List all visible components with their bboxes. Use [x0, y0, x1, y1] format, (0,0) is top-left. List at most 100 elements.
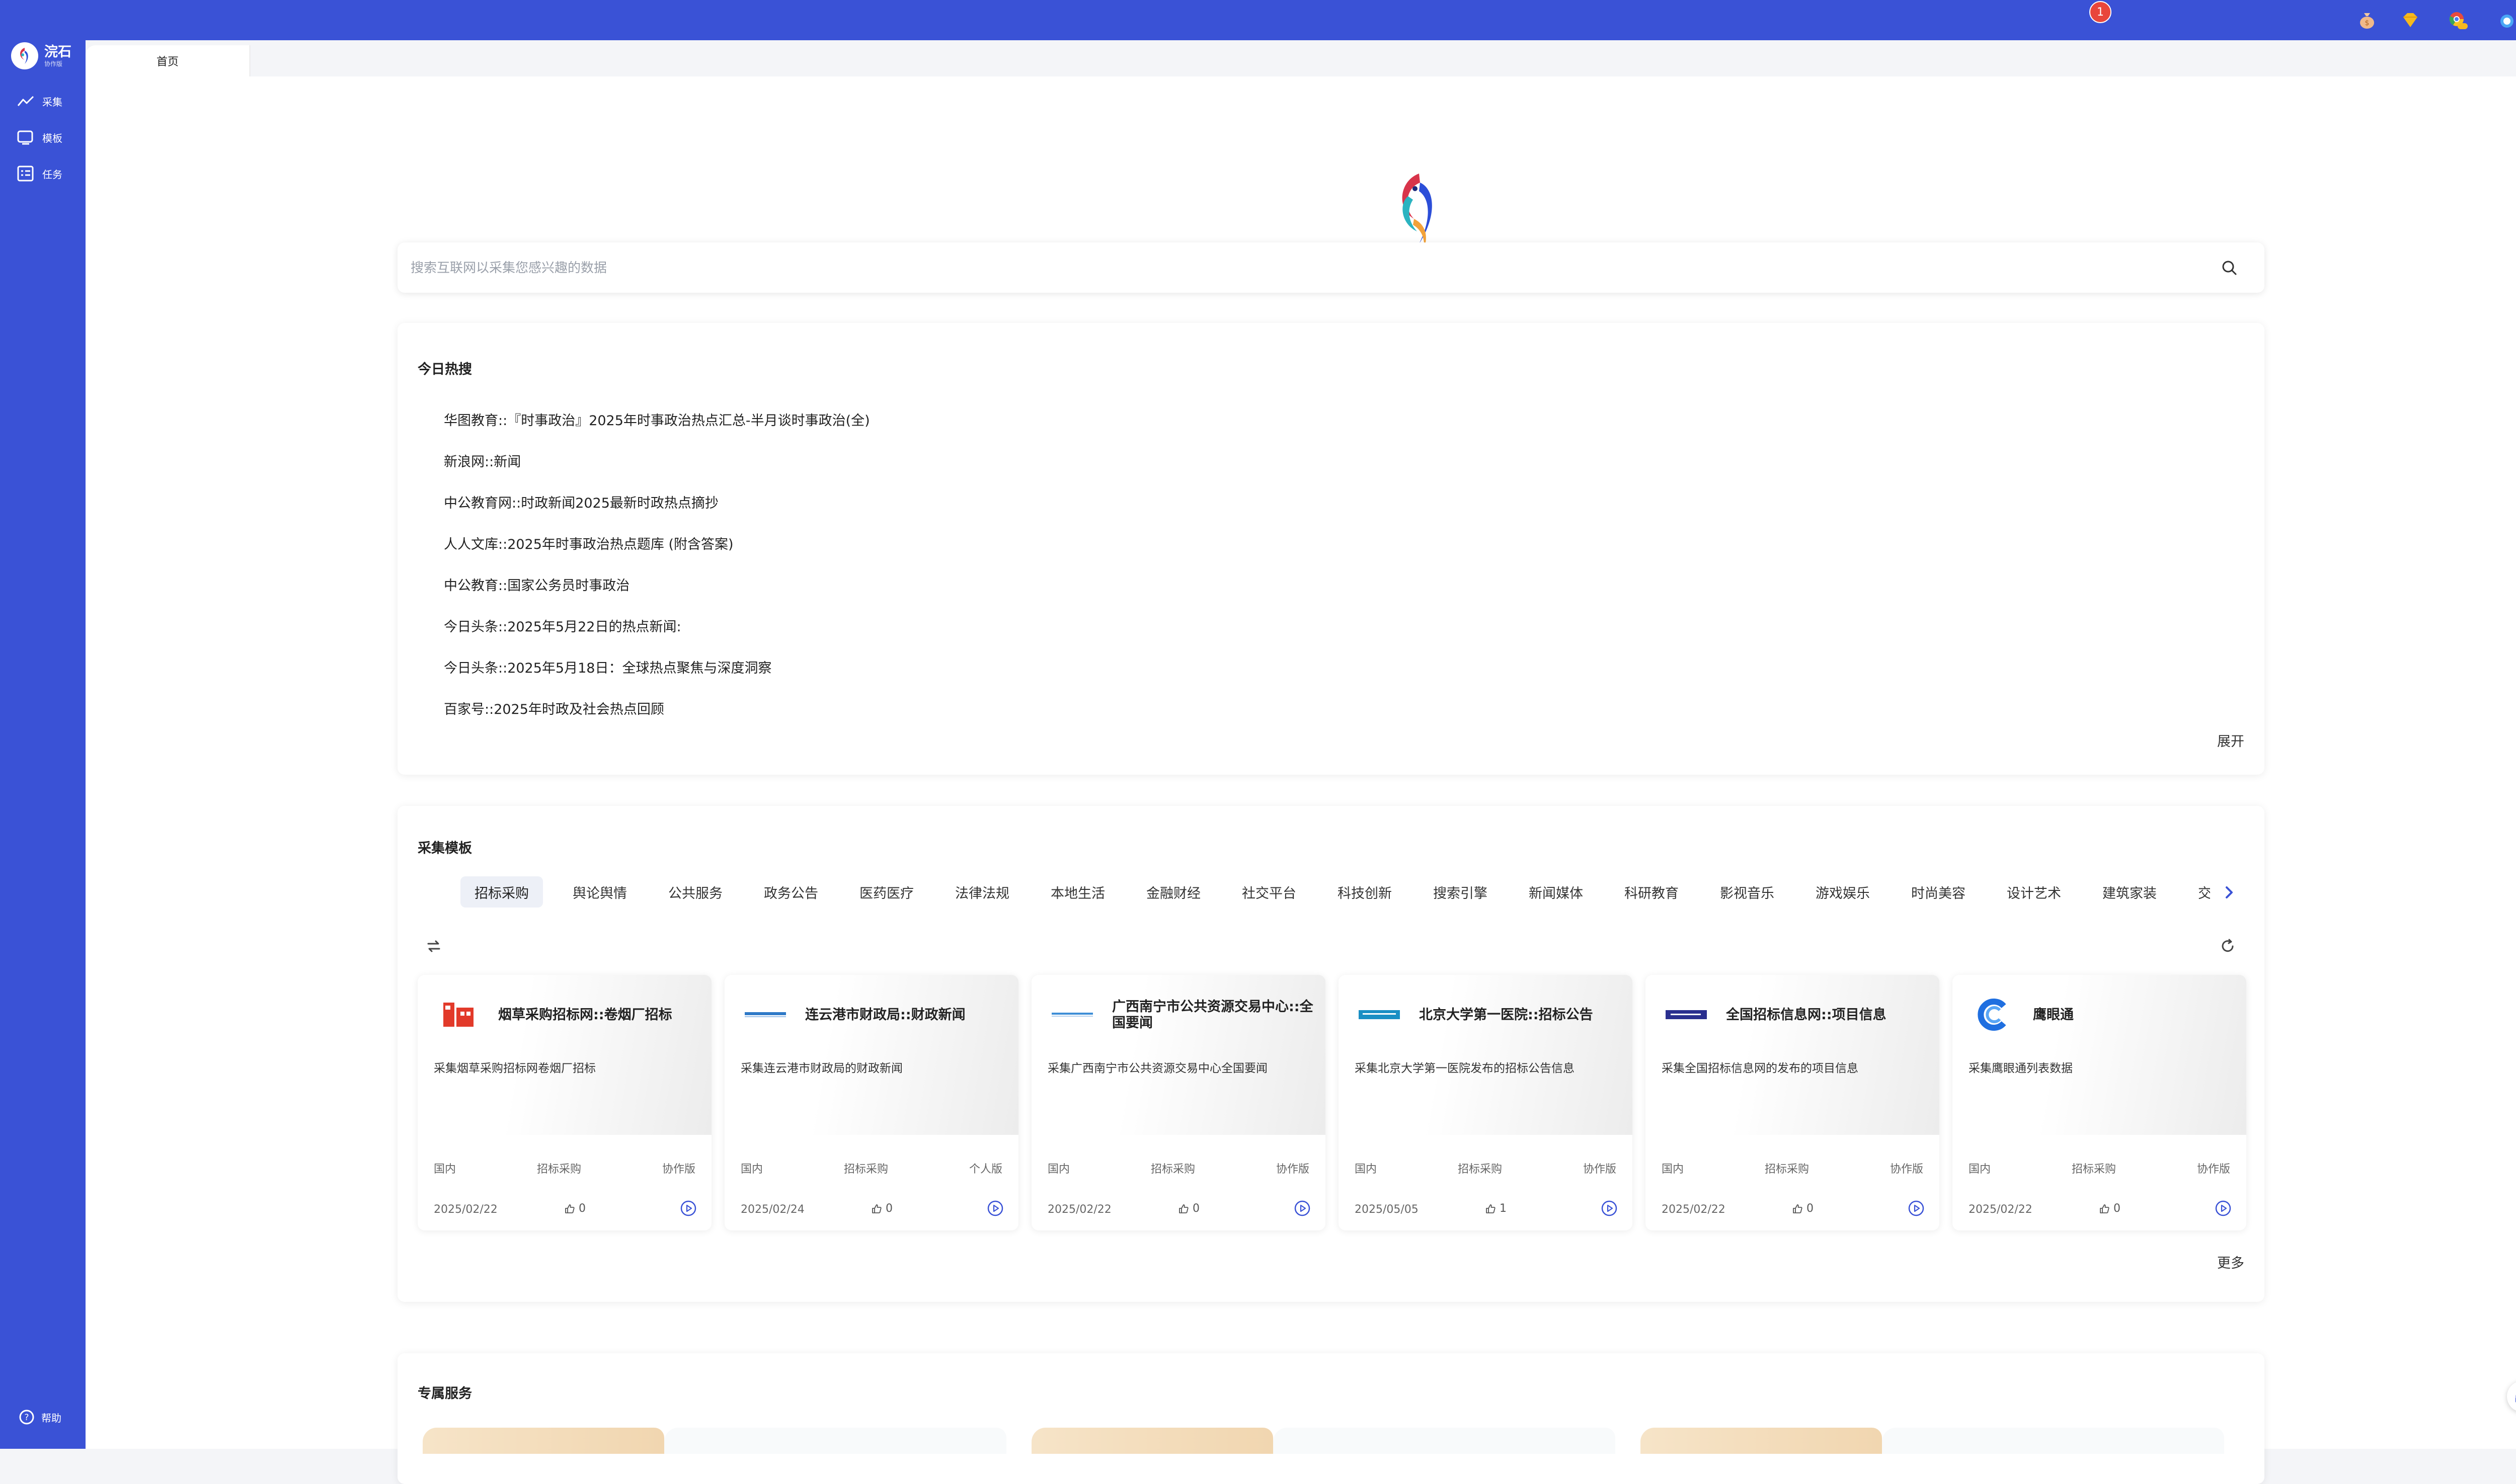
hot-item[interactable]: 今日头条::2025年5月18日：全球热点聚焦与深度洞察 [444, 657, 771, 677]
service-banner[interactable] [1882, 1428, 2224, 1454]
category-tab[interactable]: 交通 [2198, 876, 2210, 908]
template-desc: 采集鹰眼通列表数据 [1969, 1062, 2073, 1075]
more-link[interactable]: 更多 [2217, 1252, 2244, 1272]
category-tab[interactable]: 社交平台 [1242, 876, 1296, 908]
like-button[interactable]: 0 [2098, 1202, 2120, 1215]
hot-item[interactable]: 中公教育网::时政新闻2025最新时政热点摘抄 [444, 492, 719, 512]
category-tab[interactable]: 公共服务 [668, 876, 723, 908]
category-tab[interactable]: 时尚美容 [1911, 876, 1965, 908]
swap-icon[interactable] [425, 938, 442, 955]
play-icon[interactable] [2214, 1199, 2232, 1217]
expand-link[interactable]: 展开 [2217, 730, 2244, 750]
category-tab[interactable]: 医药医疗 [859, 876, 914, 908]
template-date: 2025/02/22 [1048, 1203, 1112, 1216]
services-card: 专属服务 [398, 1353, 2264, 1484]
diamond-icon[interactable] [2399, 9, 2421, 31]
category-tab[interactable]: 设计艺术 [2007, 876, 2061, 908]
category-tab-active[interactable]: 招标采购 [460, 876, 543, 908]
like-button[interactable]: 0 [564, 1202, 586, 1215]
play-icon[interactable] [679, 1199, 697, 1217]
like-count: 0 [1806, 1202, 1814, 1215]
hot-item[interactable]: 今日头条::2025年5月22日的热点新闻: [444, 616, 681, 635]
template-date: 2025/02/24 [741, 1203, 805, 1216]
template-desc: 采集全国招标信息网的发布的项目信息 [1662, 1062, 1858, 1075]
category-tab[interactable]: 科研教育 [1624, 876, 1679, 908]
sidebar-item-label: 采集 [42, 96, 62, 108]
phoenix-logo-icon [1402, 174, 1432, 249]
template-edition: 协作版 [1890, 1163, 1923, 1176]
customer-service-button[interactable] [2507, 1381, 2516, 1412]
sidebar-item-collect[interactable]: 采集 [16, 92, 62, 111]
hot-item[interactable]: 人人文库::2025年时事政治热点题库 (附含答案) [444, 533, 734, 553]
service-banner[interactable] [1640, 1428, 1882, 1454]
hot-item[interactable]: 新浪网::新闻 [444, 451, 521, 470]
trading-center-logo-icon [1050, 997, 1095, 1032]
top-bar: $ 1 [0, 0, 2516, 40]
hot-item[interactable]: 中公教育::国家公务员时事政治 [444, 574, 630, 594]
sidebar-item-tasks[interactable]: 任务 [16, 164, 62, 183]
hot-item[interactable]: 百家号::2025年时政及社会热点回顾 [444, 698, 664, 718]
like-button[interactable]: 1 [1484, 1202, 1507, 1215]
hot-search-card: 今日热搜 华图教育::『时事政治』2025年时事政治热点汇总-半月谈时事政治(全… [398, 323, 2264, 775]
category-tab[interactable]: 舆论舆情 [573, 876, 627, 908]
search-input[interactable] [410, 242, 2203, 294]
hot-search-title: 今日热搜 [418, 362, 472, 377]
search-icon[interactable] [2219, 258, 2239, 278]
template-card[interactable]: 连云港市财政局::财政新闻 采集连云港市财政局的财政新闻 国内 招标采购 个人版… [725, 975, 1018, 1230]
template-card[interactable]: 烟草采购招标网::卷烟厂招标 采集烟草采购招标网卷烟厂招标 国内 招标采购 协作… [418, 975, 712, 1230]
refresh-icon[interactable] [2219, 938, 2236, 955]
tab-home[interactable]: 首页 [86, 45, 250, 76]
template-icon [17, 130, 33, 145]
category-tab[interactable]: 金融财经 [1146, 876, 1201, 908]
help-link[interactable]: ? 帮助 [18, 1409, 61, 1426]
play-icon[interactable] [1293, 1199, 1311, 1217]
service-banner[interactable] [1032, 1428, 1273, 1454]
template-edition: 协作版 [662, 1163, 695, 1176]
bidding-info-logo-icon [1664, 997, 1709, 1032]
category-tab[interactable]: 影视音乐 [1720, 876, 1774, 908]
chrome-beta-icon[interactable] [2447, 9, 2469, 31]
template-title: 广西南宁市公共资源交易中心::全国要闻 [1112, 999, 1313, 1031]
money-bag-icon[interactable]: $ [2356, 9, 2378, 31]
like-button[interactable]: 0 [1177, 1202, 1200, 1215]
category-tab[interactable]: 搜索引擎 [1433, 876, 1487, 908]
brand[interactable]: 浣石 协作版 [11, 42, 71, 69]
thumbs-up-icon [1179, 1204, 1189, 1213]
chevron-right-icon[interactable] [2219, 882, 2239, 902]
service-banner[interactable] [1273, 1428, 1615, 1454]
thumbs-up-icon [1793, 1204, 1802, 1213]
service-banner[interactable] [423, 1428, 664, 1454]
template-card[interactable]: 鹰眼通 采集鹰眼通列表数据 国内 招标采购 协作版 2025/02/22 0 [1952, 975, 2246, 1230]
category-tab[interactable]: 政务公告 [764, 876, 818, 908]
task-list-icon [17, 166, 34, 182]
like-button[interactable]: 0 [1791, 1202, 1814, 1215]
category-tab[interactable]: 新闻媒体 [1529, 876, 1583, 908]
like-count: 0 [1193, 1202, 1200, 1215]
notification-icon[interactable] [2496, 9, 2516, 31]
template-title: 连云港市财政局::财政新闻 [805, 1007, 966, 1023]
service-banner[interactable] [664, 1428, 1006, 1454]
template-card[interactable]: 北京大学第一医院::招标公告 采集北京大学第一医院发布的招标公告信息 国内 招标… [1339, 975, 1632, 1230]
template-desc: 采集广西南宁市公共资源交易中心全国要闻 [1048, 1062, 1268, 1075]
brand-name: 浣石 [44, 44, 71, 60]
play-icon[interactable] [1907, 1199, 1925, 1217]
template-title: 全国招标信息网::项目信息 [1726, 1007, 1886, 1023]
template-card[interactable]: 广西南宁市公共资源交易中心::全国要闻 采集广西南宁市公共资源交易中心全国要闻 … [1032, 975, 1325, 1230]
category-tab[interactable]: 法律法规 [955, 876, 1009, 908]
main-content: 首页 今日热搜 华图教育::『时事政治』2025年时事政治热点汇总-半月谈时事政… [86, 40, 2516, 1484]
template-region: 国内 [1662, 1163, 1684, 1176]
template-desc: 采集烟草采购招标网卷烟厂招标 [434, 1062, 596, 1075]
sidebar-item-label: 模板 [42, 132, 62, 144]
trend-chart-icon [17, 96, 34, 106]
category-tab[interactable]: 本地生活 [1051, 876, 1105, 908]
like-button[interactable]: 0 [871, 1202, 893, 1215]
category-tab[interactable]: 建筑家装 [2102, 876, 2157, 908]
category-tab[interactable]: 游戏娱乐 [1816, 876, 1870, 908]
play-icon[interactable] [1600, 1199, 1618, 1217]
hot-item[interactable]: 华图教育::『时事政治』2025年时事政治热点汇总-半月谈时事政治(全) [444, 409, 870, 429]
template-card[interactable]: 全国招标信息网::项目信息 采集全国招标信息网的发布的项目信息 国内 招标采购 … [1645, 975, 1939, 1230]
sidebar-item-templates[interactable]: 模板 [16, 128, 62, 147]
category-tab[interactable]: 科技创新 [1338, 876, 1392, 908]
play-icon[interactable] [986, 1199, 1004, 1217]
services-title: 专属服务 [418, 1386, 472, 1401]
